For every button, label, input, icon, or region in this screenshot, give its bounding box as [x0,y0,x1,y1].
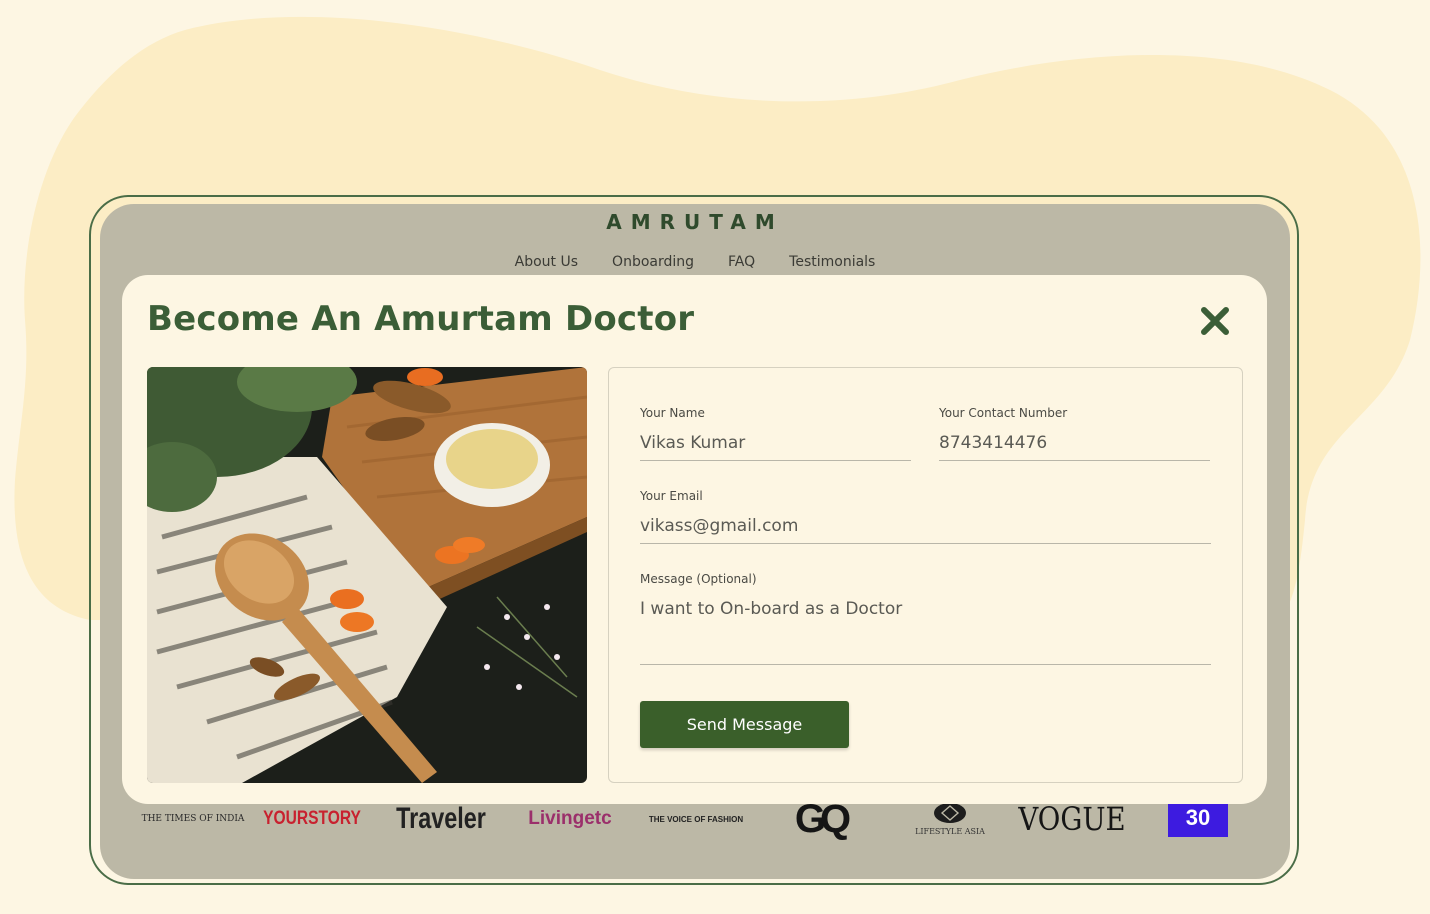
top-nav: About Us Onboarding FAQ Testimonials [100,254,1290,270]
doctor-signup-form: Your Name Vikas Kumar Your Contact Numbe… [608,367,1243,783]
lifestyle-asia-label: LIFESTYLE ASIA [915,827,985,836]
ingredients-photo [147,367,587,783]
name-input[interactable]: Vikas Kumar [640,433,911,461]
message-textarea[interactable]: I want to On-board as a Doctor [640,599,1211,665]
lifestyle-asia-emblem-icon [934,803,966,823]
message-label: Message (Optional) [640,572,757,586]
email-input[interactable]: vikass@gmail.com [640,516,1211,544]
message-field: Message (Optional) I want to On-board as… [640,572,1211,665]
email-label: Your Email [640,489,703,503]
send-message-button[interactable]: Send Message [640,701,849,748]
contact-label: Your Contact Number [939,406,1068,420]
modal-title: Become An Amurtam Doctor [147,299,695,339]
name-field: Your Name Vikas Kumar [640,406,911,461]
nav-faq[interactable]: FAQ [728,254,755,270]
press-logo-forbes-30: 30 [1168,799,1228,837]
contact-input[interactable]: 8743414476 [939,433,1210,461]
close-icon[interactable] [1199,305,1231,337]
nav-about-us[interactable]: About Us [515,254,578,270]
brand-logo[interactable]: AMRUTAM [100,210,1290,234]
become-doctor-modal: Become An Amurtam Doctor Your Name Vikas… [122,275,1267,804]
name-label: Your Name [640,406,705,420]
contact-field: Your Contact Number 8743414476 [939,406,1210,461]
nav-onboarding[interactable]: Onboarding [612,254,694,270]
nav-testimonials[interactable]: Testimonials [789,254,875,270]
email-field: Your Email vikass@gmail.com [640,489,1211,544]
